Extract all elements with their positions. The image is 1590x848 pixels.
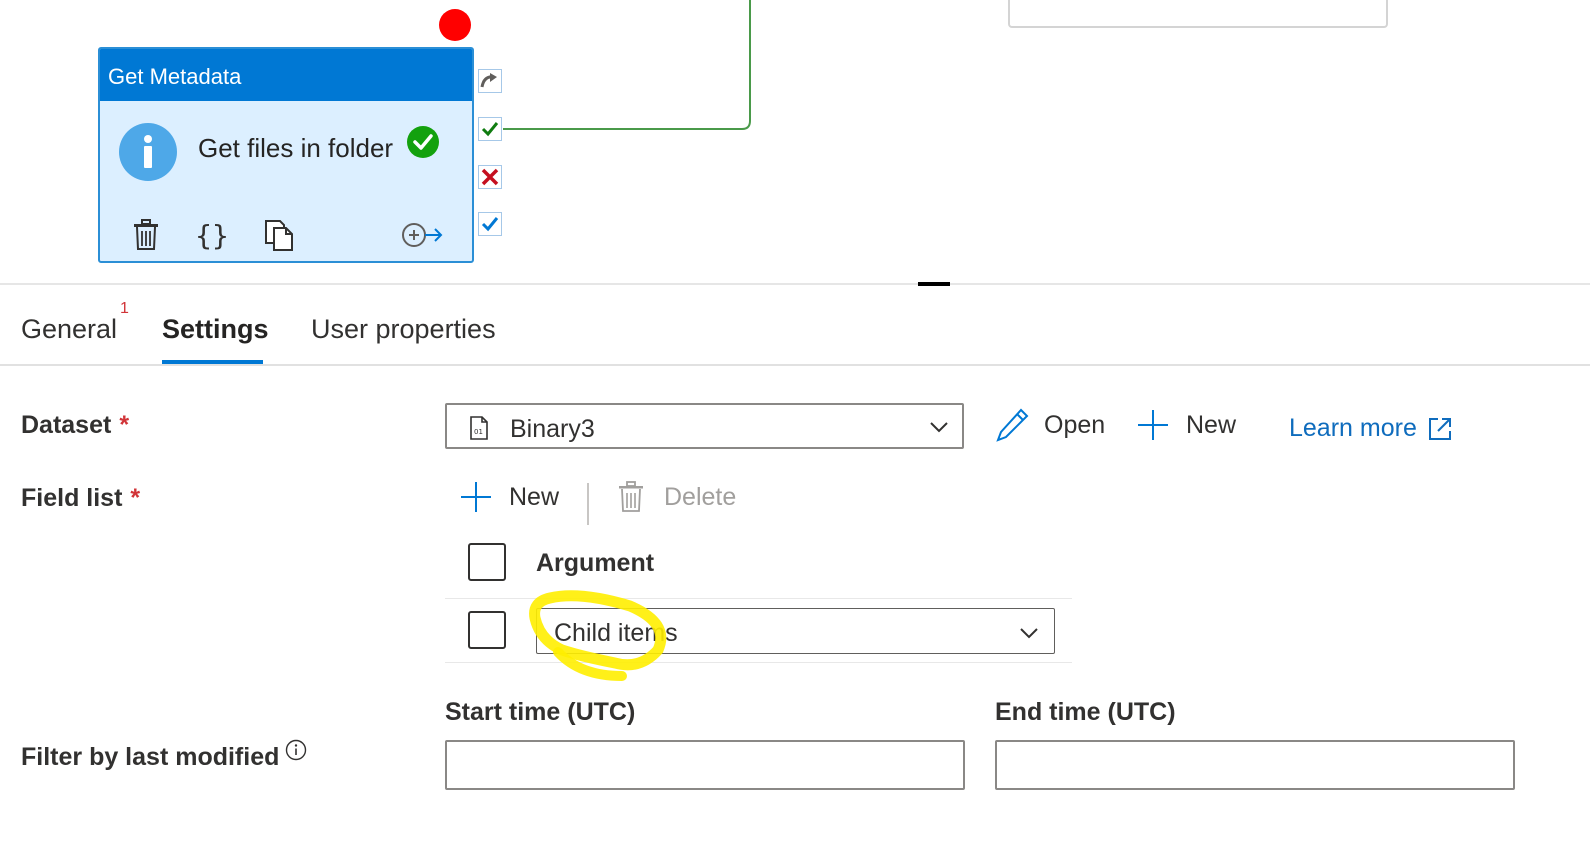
open-dataset-button[interactable]: Open bbox=[996, 407, 1105, 443]
code-icon: {} bbox=[195, 218, 229, 252]
failure-x-icon bbox=[481, 168, 499, 186]
tab-settings[interactable]: Settings bbox=[162, 314, 269, 345]
required-asterisk: * bbox=[119, 411, 130, 439]
filter-by-last-modified-label: Filter by last modified bbox=[21, 743, 280, 771]
dataset-dropdown[interactable]: 01 Binary3 bbox=[445, 403, 964, 449]
plus-icon bbox=[1138, 410, 1168, 440]
new-field-label: New bbox=[509, 482, 560, 511]
success-output-port[interactable] bbox=[478, 117, 502, 141]
error-indicator-dot[interactable] bbox=[439, 9, 471, 41]
pipeline-canvas[interactable]: Get Metadata Get files in folder {} bbox=[0, 0, 1590, 283]
end-time-input[interactable] bbox=[995, 740, 1515, 790]
tab-general[interactable]: General bbox=[21, 314, 117, 345]
start-time-input[interactable] bbox=[445, 740, 965, 790]
select-all-checkbox[interactable] bbox=[468, 543, 506, 581]
properties-tab-bar: General 1 Settings User properties bbox=[0, 300, 1590, 366]
get-metadata-activity-card[interactable]: Get Metadata Get files in folder {} bbox=[98, 47, 474, 263]
skipped-arrow-icon bbox=[480, 73, 497, 88]
delete-icon bbox=[619, 481, 643, 512]
delete-icon bbox=[134, 219, 158, 250]
learn-more-link[interactable]: Learn more bbox=[1289, 414, 1453, 443]
toolbar-divider bbox=[587, 483, 589, 525]
row-divider bbox=[445, 662, 1072, 663]
edit-pencil-icon bbox=[996, 408, 1029, 442]
tab-user-properties[interactable]: User properties bbox=[311, 314, 496, 345]
add-output-button[interactable] bbox=[400, 217, 444, 253]
delete-activity-button[interactable] bbox=[130, 217, 162, 253]
copy-activity-button[interactable] bbox=[263, 217, 295, 253]
end-time-label: End time (UTC) bbox=[995, 698, 1176, 726]
splitter-handle[interactable] bbox=[918, 282, 950, 286]
row-checkbox[interactable] bbox=[468, 611, 506, 649]
chevron-down-icon bbox=[930, 422, 948, 433]
skipped-output-port[interactable] bbox=[478, 69, 502, 93]
external-link-icon bbox=[1428, 417, 1451, 440]
failure-output-port[interactable] bbox=[478, 165, 502, 189]
success-check-icon bbox=[481, 122, 499, 137]
argument-column-header: Argument bbox=[536, 549, 655, 577]
activity-type-label: Get Metadata bbox=[100, 49, 472, 101]
argument-dropdown[interactable]: Child items bbox=[536, 608, 1055, 654]
delete-field-button[interactable]: Delete bbox=[618, 481, 736, 513]
chevron-down-icon bbox=[1020, 628, 1038, 639]
argument-selected-value: Child items bbox=[554, 619, 678, 647]
info-icon bbox=[119, 123, 177, 181]
start-time-label: Start time (UTC) bbox=[445, 698, 636, 726]
dataset-selected-value: Binary3 bbox=[510, 415, 595, 443]
new-dataset-button[interactable]: New bbox=[1137, 409, 1236, 441]
row-divider bbox=[445, 598, 1072, 599]
svg-text:01: 01 bbox=[474, 428, 483, 436]
info-icon[interactable] bbox=[285, 739, 307, 761]
copy-icon bbox=[265, 220, 293, 251]
open-label: Open bbox=[1044, 410, 1106, 439]
adjacent-activity-card[interactable] bbox=[1008, 0, 1388, 28]
add-output-icon bbox=[402, 223, 443, 247]
delete-field-label: Delete bbox=[664, 482, 737, 511]
view-code-button[interactable]: {} bbox=[195, 217, 229, 253]
success-badge-icon bbox=[407, 126, 439, 158]
general-error-count-badge: 1 bbox=[120, 300, 129, 317]
active-tab-indicator bbox=[162, 360, 263, 364]
activity-name: Get files in folder bbox=[198, 133, 394, 163]
binary-file-icon: 01 bbox=[470, 416, 488, 440]
completion-check-icon bbox=[481, 217, 499, 232]
new-label: New bbox=[1186, 410, 1237, 439]
add-field-button[interactable]: New bbox=[460, 481, 559, 513]
dataset-label: Dataset * bbox=[21, 411, 130, 439]
completion-output-port[interactable] bbox=[478, 212, 502, 236]
field-list-label: Field list * bbox=[21, 484, 141, 512]
plus-icon bbox=[461, 482, 491, 512]
panel-splitter[interactable] bbox=[0, 283, 1590, 285]
required-asterisk: * bbox=[130, 484, 141, 512]
